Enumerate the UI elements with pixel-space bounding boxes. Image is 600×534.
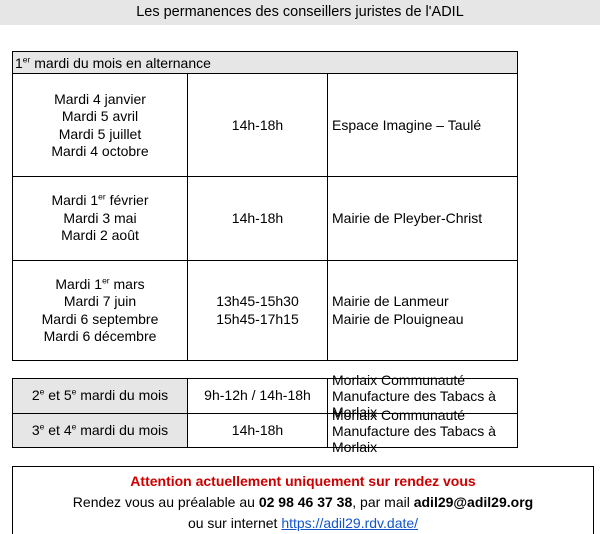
date-line: Mardi 2 août — [61, 227, 139, 244]
notice-warning: Attention actuellement uniquement sur re… — [130, 473, 476, 489]
email-link[interactable]: adil29@adil29.org — [414, 494, 533, 510]
date-line: Mardi 4 octobre — [51, 143, 149, 159]
table-row-dates: Mardi 4 janvier Mardi 5 avril Mardi 5 ju… — [13, 75, 187, 176]
appointment-notice: Attention actuellement uniquement sur re… — [12, 466, 594, 534]
date-line: Mardi 3 mai — [63, 209, 137, 226]
table-row-label: 3e et 4e mardi du mois — [13, 414, 187, 447]
table-header: 1er mardi du mois en alternance — [13, 52, 517, 74]
date-line: Mardi 6 décembre — [43, 328, 157, 344]
date-line: Mardi 5 avril — [61, 108, 139, 124]
date-line: Mardi 6 septembre — [41, 310, 159, 327]
date-line: Mardi 7 juin — [63, 293, 137, 309]
table-row-dates: Mardi 1er février Mardi 3 mai Mardi 2 ao… — [13, 177, 187, 260]
table-row-hours: 14h-18h — [231, 209, 284, 226]
table-row-label: 2e et 5e mardi du mois — [13, 379, 187, 413]
table-row-hours: 14h-18h — [231, 421, 284, 438]
table-row-hours: 14h-18h — [231, 116, 284, 133]
date-line: Mardi 1er mars — [55, 274, 145, 292]
schedule-table-morlaix: 2e et 5e mardi du mois 9h-12h / 14h-18h … — [12, 372, 518, 455]
phone-number: 02 98 46 37 38 — [258, 494, 353, 510]
table-row-place: Mairie de Lanmeur Mairie de Plouigneau — [332, 293, 464, 327]
date-line: Mardi 4 janvier — [54, 90, 146, 107]
table-row-place: Mairie de Pleyber-Christ — [332, 209, 483, 226]
date-line: Mardi 5 juillet — [58, 125, 142, 142]
date-line: Mardi 1er février — [51, 191, 149, 209]
page-title: Les permanences des conseillers juristes… — [0, 0, 600, 25]
table-row-place: Espace Imagine – Taulé — [332, 116, 482, 133]
table-row-hours: 13h45-15h30 15h45-17h15 — [216, 293, 299, 327]
notice-contact: Rendez vous au préalable au 02 98 46 37 … — [72, 494, 534, 510]
table-row-place: Morlaix Communauté Manufacture des Tabac… — [332, 406, 496, 455]
notice-text: Attention actuellement uniquement sur re… — [13, 471, 593, 534]
table-row-dates: Mardi 1er mars Mardi 7 juin Mardi 6 sept… — [13, 261, 187, 360]
table-row-hours: 9h-12h / 14h-18h — [204, 387, 311, 404]
notice-web: ou sur internet https://adil29.rdv.date/ — [187, 515, 419, 531]
schedule-table-alternance: 1er mardi du mois en alternance Mardi 4 … — [12, 51, 518, 361]
website-link[interactable]: https://adil29.rdv.date/ — [281, 515, 418, 531]
